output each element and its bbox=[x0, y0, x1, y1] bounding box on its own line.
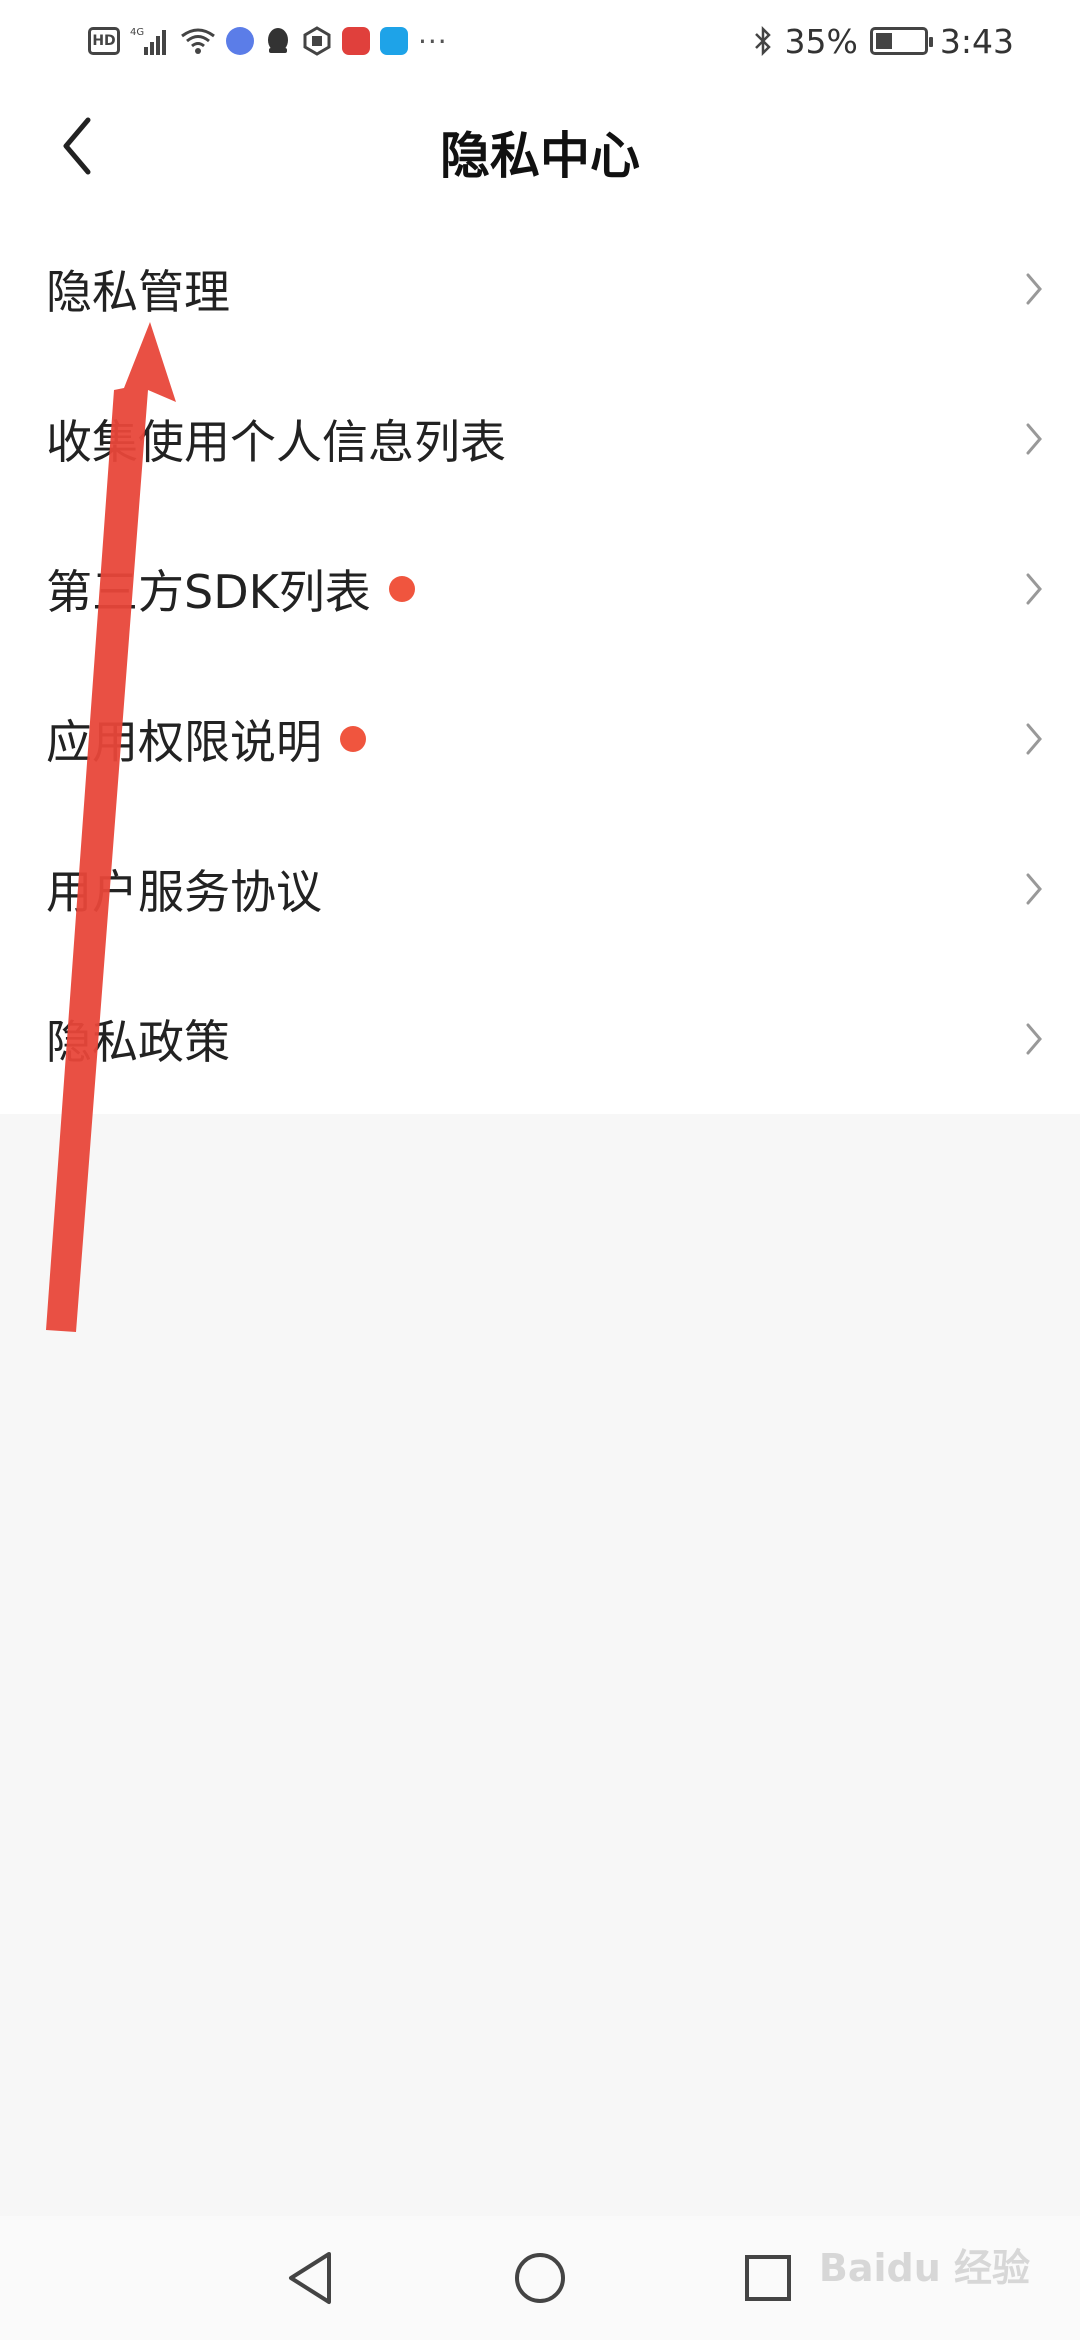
menu-item[interactable]: 隐私管理 bbox=[0, 214, 1080, 364]
chevron-right-icon bbox=[1026, 873, 1042, 905]
nav-recents-button[interactable] bbox=[736, 2246, 800, 2310]
menu-item-label: 隐私管理 bbox=[46, 265, 230, 319]
search-app-icon bbox=[380, 27, 408, 55]
triangle-back-icon bbox=[289, 2252, 331, 2304]
system-nav-bar: Baidu 经验 bbox=[0, 2216, 1080, 2340]
hd-icon: HD bbox=[88, 27, 120, 55]
privacy-menu: 隐私管理收集使用个人信息列表 第三方SDK列表 应用权限说明 用户服务协议 隐私政策 bbox=[0, 214, 1080, 1114]
signal-icon: 4G bbox=[130, 25, 170, 57]
square-recents-icon bbox=[745, 2255, 791, 2301]
book-app-icon bbox=[342, 27, 370, 55]
chevron-right-icon bbox=[1026, 1023, 1042, 1055]
menu-item[interactable]: 隐私政策 bbox=[0, 964, 1080, 1114]
chevron-right-icon bbox=[1026, 573, 1042, 605]
header: 隐私中心 bbox=[0, 82, 1080, 214]
menu-item[interactable]: 应用权限说明 bbox=[0, 664, 1080, 814]
status-bar: HD 4G ··· 35% 3:43 bbox=[0, 0, 1080, 82]
bluetooth-icon bbox=[753, 25, 773, 57]
chevron-right-icon bbox=[1026, 723, 1042, 755]
nav-home-button[interactable] bbox=[508, 2246, 572, 2310]
menu-item-label: 用户服务协议 bbox=[46, 865, 322, 919]
more-notifications-icon: ··· bbox=[418, 24, 448, 58]
battery-icon bbox=[869, 27, 933, 55]
notification-dot bbox=[340, 726, 366, 752]
circle-home-icon bbox=[515, 2253, 565, 2303]
qq-icon bbox=[264, 26, 292, 56]
music-app-icon bbox=[226, 27, 254, 55]
page-title: 隐私中心 bbox=[440, 127, 640, 185]
nav-back-button[interactable] bbox=[278, 2246, 342, 2310]
chevron-right-icon bbox=[1026, 273, 1042, 305]
menu-item[interactable]: 用户服务协议 bbox=[0, 814, 1080, 964]
notification-dot bbox=[388, 576, 415, 602]
watermark: Baidu 经验 bbox=[818, 2246, 1030, 2290]
menu-item-label: 第三方SDK列表 bbox=[46, 565, 371, 619]
battery-fill bbox=[875, 33, 892, 49]
hand-app-icon bbox=[302, 26, 332, 56]
status-right: 35% 3:43 bbox=[753, 18, 1014, 64]
menu-item[interactable]: 收集使用个人信息列表 bbox=[0, 364, 1080, 514]
menu-item-label: 应用权限说明 bbox=[46, 715, 322, 769]
clock: 3:43 bbox=[939, 21, 1014, 61]
menu-item[interactable]: 第三方SDK列表 bbox=[0, 514, 1080, 664]
status-left: HD 4G ··· bbox=[88, 18, 448, 64]
battery-percent: 35% bbox=[784, 21, 858, 61]
svg-text:4G: 4G bbox=[130, 27, 144, 38]
menu-item-label: 隐私政策 bbox=[46, 1015, 230, 1069]
chevron-right-icon bbox=[1026, 423, 1042, 455]
menu-item-label: 收集使用个人信息列表 bbox=[46, 415, 506, 469]
wifi-icon bbox=[180, 26, 216, 56]
